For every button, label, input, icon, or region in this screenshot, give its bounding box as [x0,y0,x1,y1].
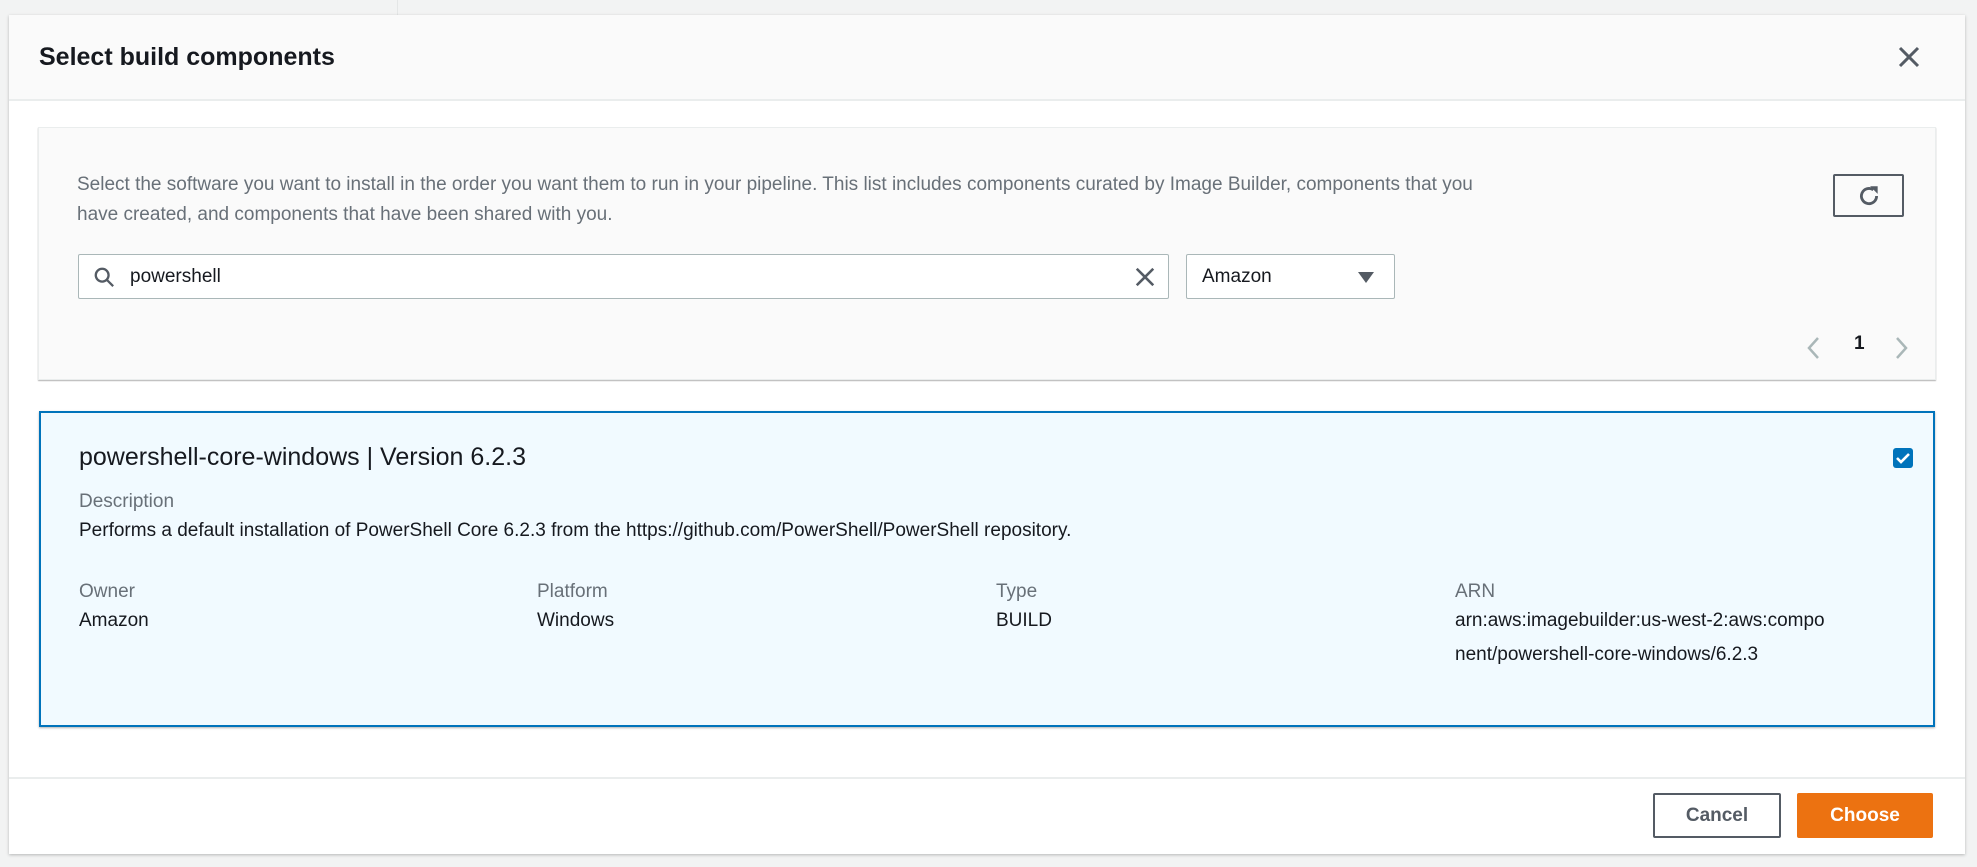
page-number[interactable]: 1 [1854,333,1865,355]
search-value: powershell [130,266,221,287]
description-label: Description [79,491,175,512]
type-label: Type [996,581,1038,602]
filter-panel: Select the software you want to install … [38,127,1936,380]
footer-divider [9,777,1965,779]
check-icon [1896,453,1910,464]
panel-description: Select the software you want to install … [77,174,1473,225]
modal-title: Select build components [39,43,335,71]
search-icon [94,267,114,287]
cancel-button[interactable]: Cancel [1653,793,1781,838]
platform-label: Platform [537,581,608,602]
component-card[interactable]: powershell-core-windows | Version 6.2.3 … [39,411,1935,727]
search-input[interactable]: powershell [78,254,1169,299]
chevron-left-icon[interactable] [1806,336,1820,360]
select-components-modal: Select build components Select the softw… [9,15,1965,854]
chevron-right-icon[interactable] [1895,336,1909,360]
owner-filter-select[interactable]: Amazon [1186,254,1395,299]
component-title: powershell-core-windows | Version 6.2.3 [79,443,526,471]
owner-value: Amazon [79,610,149,631]
arn-value: arn:aws:imagebuilder:us-west-2:aws:compo… [1455,610,1825,665]
component-checkbox[interactable] [1893,448,1913,468]
modal-header: Select build components [9,15,1965,101]
refresh-icon [1859,185,1878,205]
platform-value: Windows [537,610,615,631]
close-icon[interactable] [1897,45,1921,69]
caret-down-icon [1358,272,1374,283]
background-divider [397,0,398,15]
clear-icon[interactable] [1134,266,1156,288]
choose-button[interactable]: Choose [1797,793,1933,838]
type-value: BUILD [996,610,1052,631]
owner-label: Owner [79,581,135,602]
owner-filter-value: Amazon [1202,266,1272,287]
component-description: Performs a default installation of Power… [79,520,1072,541]
arn-label: ARN [1455,581,1496,602]
refresh-button[interactable] [1833,174,1904,217]
